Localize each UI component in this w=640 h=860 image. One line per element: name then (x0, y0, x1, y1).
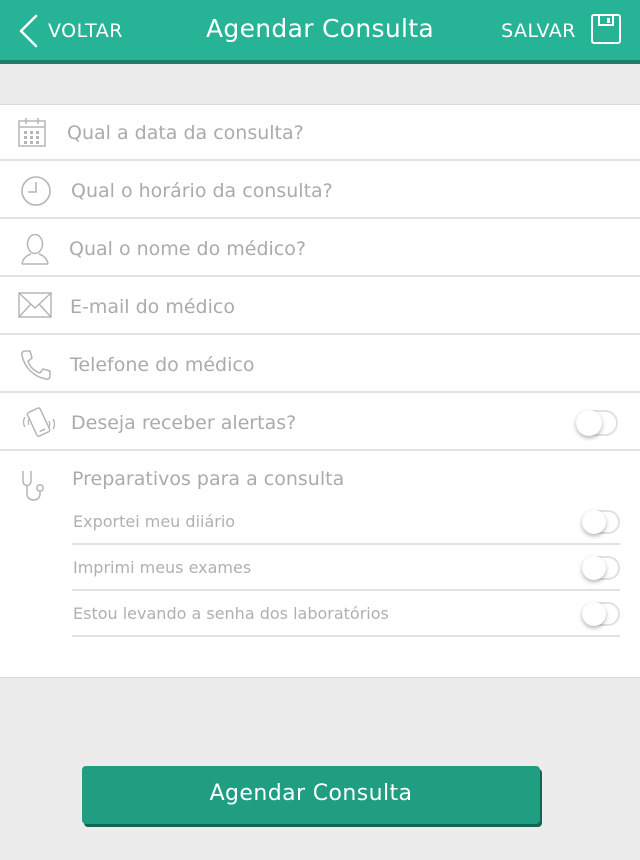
doctor-phone-field[interactable]: Telefone do médico (0, 337, 640, 393)
time-field[interactable]: Qual o horário da consulta? (0, 163, 640, 219)
top-bar: VOLTAR Agendar Consulta SALVAR (0, 0, 640, 64)
toggle-knob (582, 556, 606, 580)
preparation-item-label: Exportei meu diiário (73, 512, 236, 531)
doctor-name-placeholder: Qual o nome do médico? (69, 238, 306, 260)
preparation-item-label: Estou levando a senha dos laboratórios (73, 604, 389, 623)
toggle-knob (576, 410, 602, 436)
preparation-item: Estou levando a senha dos laboratórios (72, 591, 620, 637)
floppy-disk-icon (590, 13, 622, 49)
time-placeholder: Qual o horário da consulta? (71, 180, 333, 202)
preparation-title: Preparativos para a consulta (72, 468, 345, 490)
stethoscope-icon (20, 469, 52, 505)
doctor-email-placeholder: E-mail do médico (70, 296, 235, 318)
calendar-icon (18, 117, 52, 149)
doctor-phone-placeholder: Telefone do médico (70, 354, 255, 376)
date-field[interactable]: Qual a data da consulta? (0, 105, 640, 161)
person-icon (20, 233, 54, 265)
preparation-toggle[interactable] (582, 556, 620, 580)
appointment-form: Qual a data da consulta? Qual o horário … (0, 104, 640, 678)
alerts-toggle[interactable] (576, 410, 618, 436)
preparation-item-label: Imprimi meus exames (73, 558, 252, 577)
doctor-name-field[interactable]: Qual o nome do médico? (0, 221, 640, 277)
doctor-email-field[interactable]: E-mail do médico (0, 279, 640, 335)
preparation-toggle[interactable] (582, 510, 620, 534)
vibrating-phone-icon (20, 405, 56, 437)
preparation-item: Exportei meu diiário (72, 499, 620, 545)
save-label: SALVAR (501, 20, 576, 42)
preparation-toggle[interactable] (582, 602, 620, 626)
envelope-icon (18, 291, 52, 323)
preparation-item: Imprimi meus exames (72, 545, 620, 591)
phone-icon (19, 349, 53, 381)
alerts-row: Deseja receber alertas? (0, 395, 640, 451)
toggle-knob (582, 602, 606, 626)
clock-icon (20, 175, 54, 207)
schedule-appointment-button[interactable]: Agendar Consulta (82, 766, 540, 824)
toggle-knob (582, 510, 606, 534)
date-placeholder: Qual a data da consulta? (67, 122, 304, 144)
alerts-label: Deseja receber alertas? (71, 412, 297, 434)
save-button[interactable]: SALVAR (501, 13, 622, 49)
